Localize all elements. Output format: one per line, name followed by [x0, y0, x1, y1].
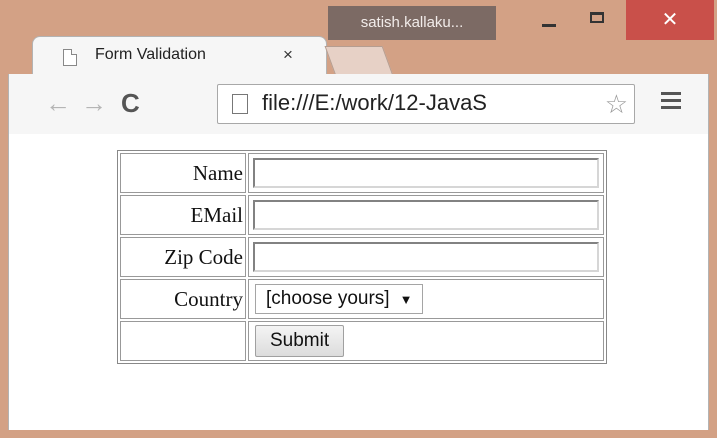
- menu-icon[interactable]: [661, 92, 681, 113]
- zip-input[interactable]: [253, 242, 599, 272]
- country-select-value: [choose yours]: [266, 288, 390, 309]
- page-icon: [63, 49, 77, 66]
- name-row: Name: [120, 153, 604, 193]
- back-icon[interactable]: ←: [45, 90, 71, 116]
- maximize-button[interactable]: [575, 0, 621, 40]
- url-text[interactable]: file:///E:/work/12-JavaS: [262, 90, 582, 116]
- minimize-icon: [542, 24, 556, 27]
- empty-cell: [120, 321, 246, 361]
- address-bar[interactable]: file:///E:/work/12-JavaS ☆: [217, 84, 635, 124]
- reload-icon[interactable]: C: [121, 90, 140, 116]
- chevron-down-icon: ▼: [399, 292, 413, 307]
- tab-title: Form Validation: [95, 46, 206, 63]
- form-table: Name EMail Zip Code Country [choose your…: [117, 150, 607, 364]
- country-select[interactable]: [choose yours] ▼: [255, 284, 424, 314]
- new-tab-button[interactable]: [324, 46, 394, 76]
- tab-form-validation[interactable]: Form Validation ×: [32, 36, 327, 76]
- tab-close-icon[interactable]: ×: [283, 45, 293, 65]
- close-window-button[interactable]: ✕: [626, 0, 714, 40]
- country-label: Country: [120, 279, 246, 319]
- page-icon: [232, 94, 248, 114]
- name-input[interactable]: [253, 158, 599, 188]
- submit-row: Submit: [120, 321, 604, 361]
- email-row: EMail: [120, 195, 604, 235]
- maximize-icon: [590, 12, 604, 23]
- zip-row: Zip Code: [120, 237, 604, 277]
- browser-window: satish.kallaku... ✕ Form Validation × ← …: [0, 0, 717, 438]
- name-label: Name: [120, 153, 246, 193]
- forward-icon[interactable]: →: [81, 90, 107, 116]
- minimize-button[interactable]: [526, 0, 572, 40]
- email-label: EMail: [120, 195, 246, 235]
- zip-label: Zip Code: [120, 237, 246, 277]
- bookmark-star-icon[interactable]: ☆: [605, 89, 628, 119]
- page-content: Name EMail Zip Code Country [choose your…: [8, 134, 709, 430]
- toolbar: ← → C file:///E:/work/12-JavaS ☆: [8, 74, 709, 134]
- email-input[interactable]: [253, 200, 599, 230]
- submit-button[interactable]: Submit: [255, 325, 345, 357]
- profile-badge[interactable]: satish.kallaku...: [328, 6, 496, 40]
- country-row: Country [choose yours] ▼: [120, 279, 604, 319]
